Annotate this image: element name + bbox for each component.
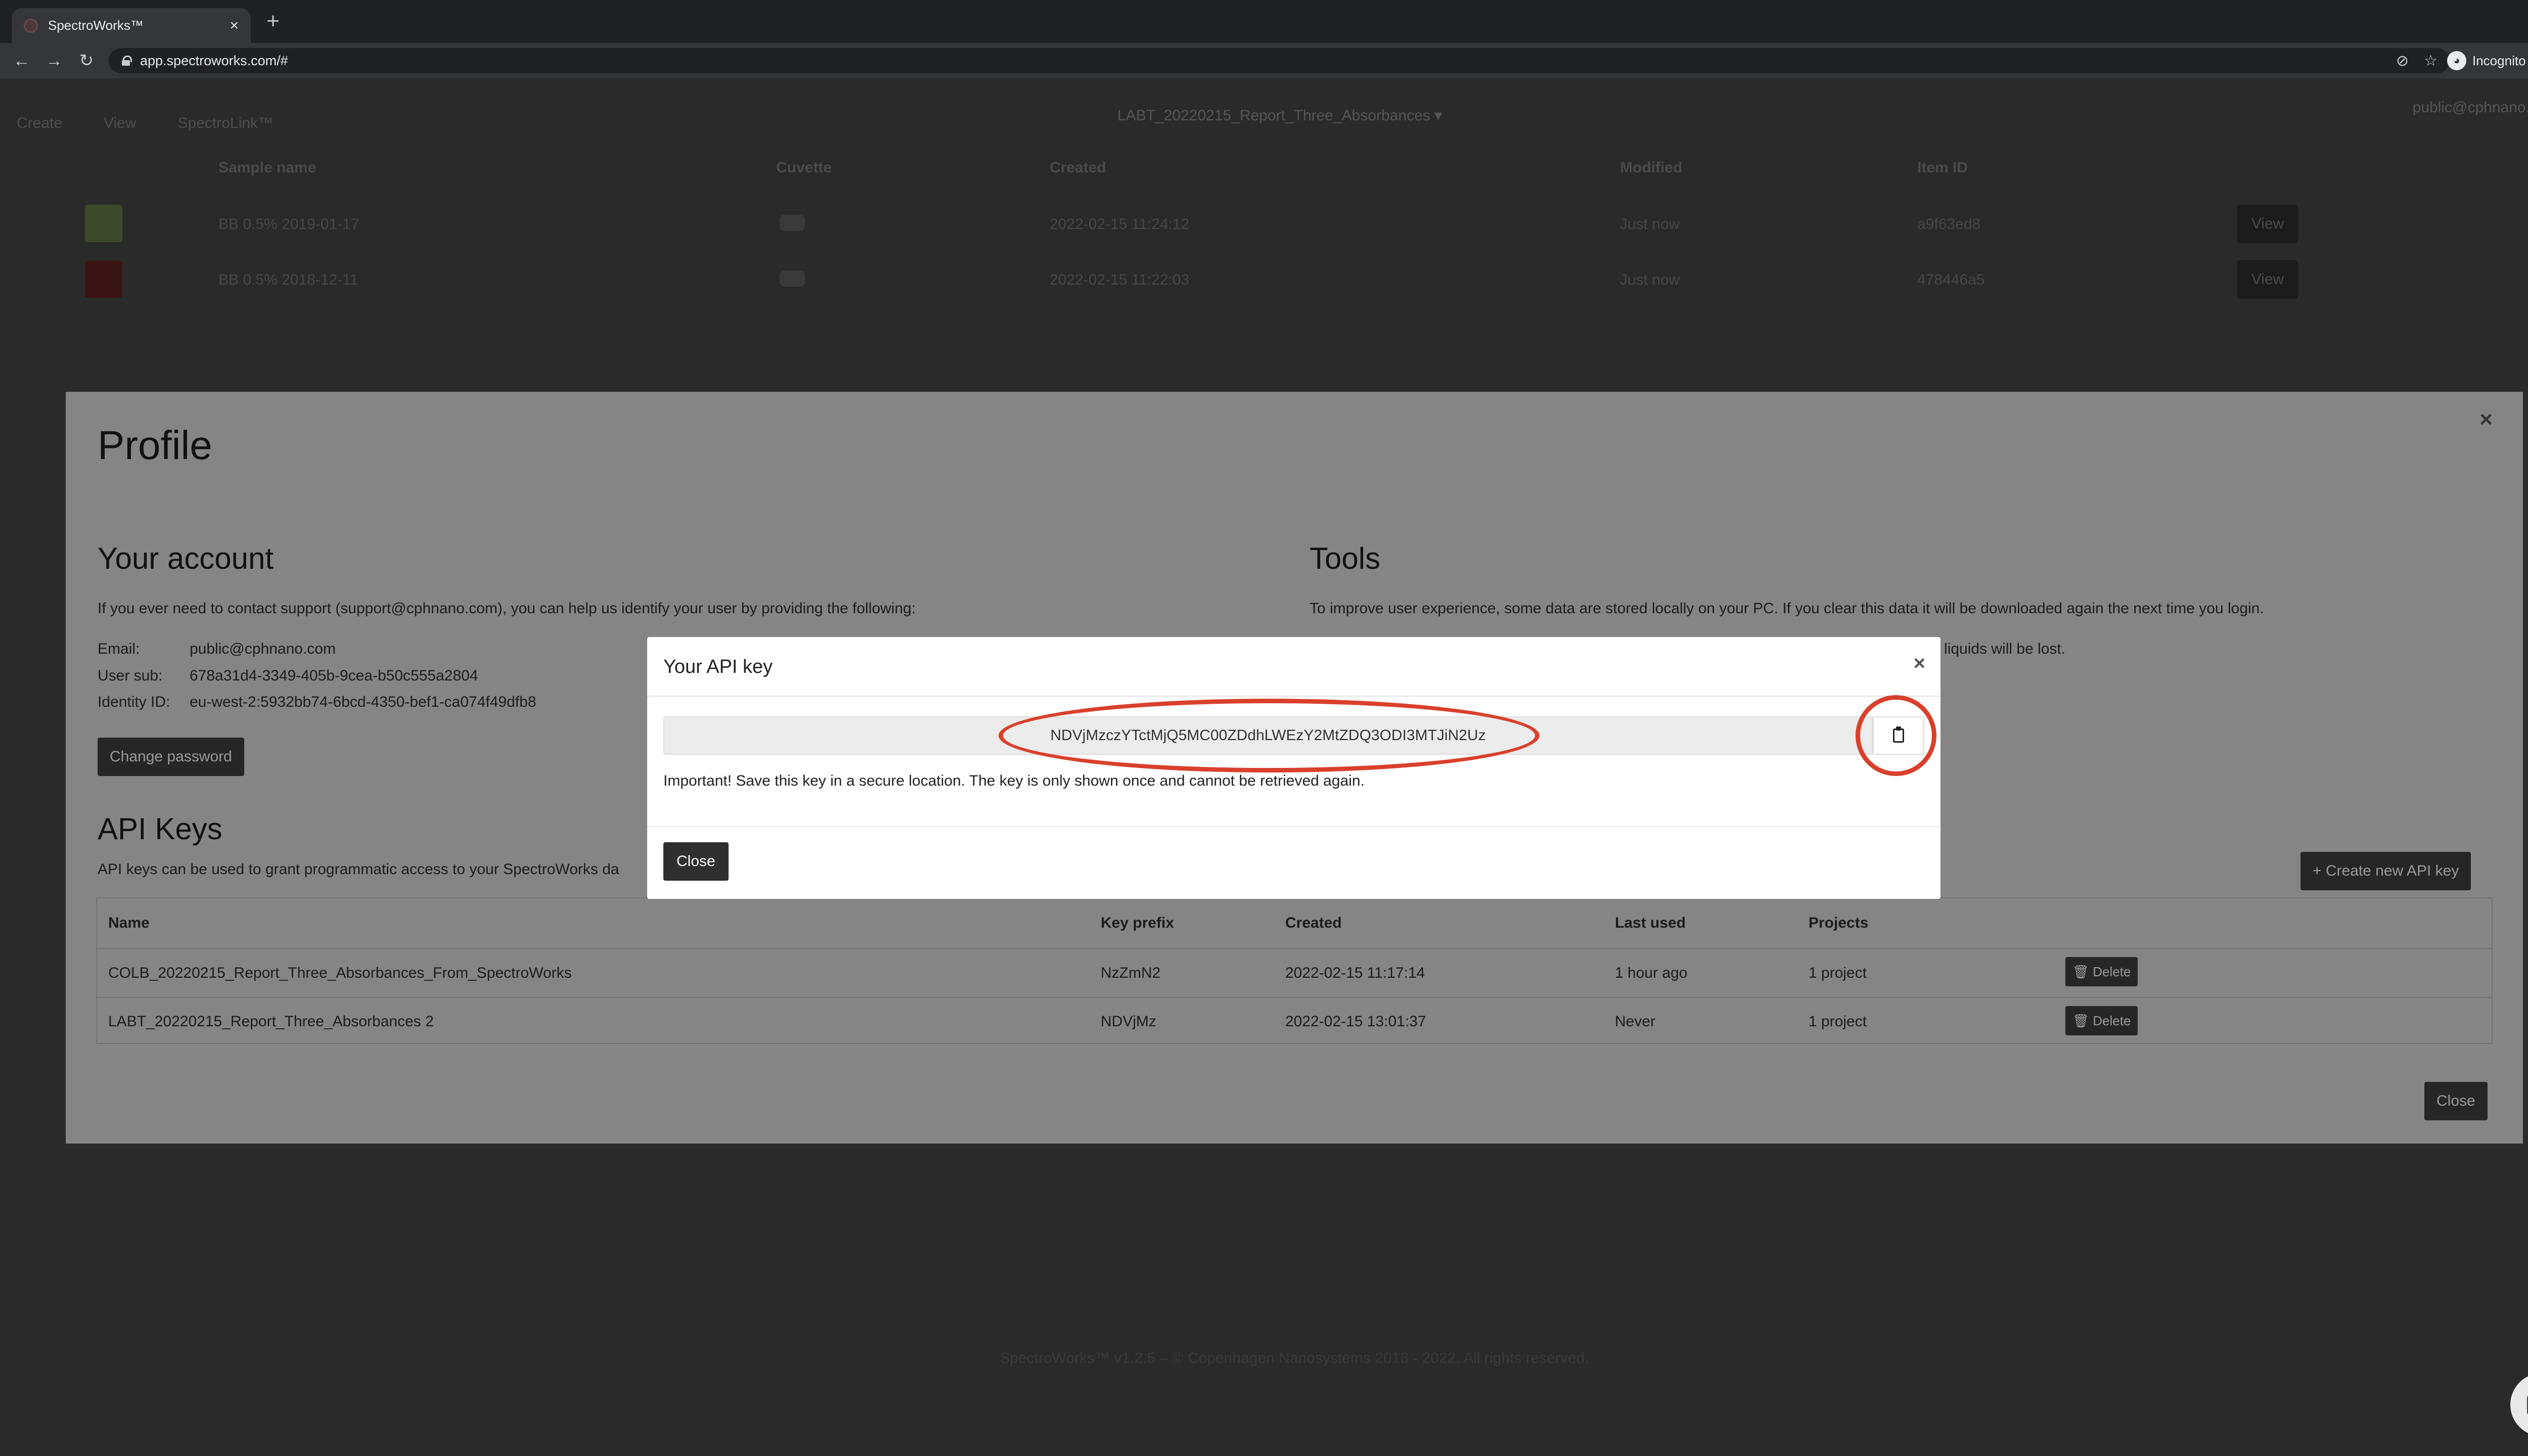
browser-toolbar: ← → ↻ app.spectroworks.com/# ⊘ ☆ ◕ Incog… xyxy=(0,43,2528,78)
col-last-used: Last used xyxy=(1615,915,1686,931)
key-name: LABT_20220215_Report_Three_Absorbances 2 xyxy=(108,1013,434,1030)
your-account-heading: Your account xyxy=(98,541,274,575)
key-projects: 1 project xyxy=(1809,964,1867,981)
key-prefix: NDVjMz xyxy=(1101,1013,1156,1030)
view-button[interactable]: View xyxy=(2237,260,2298,299)
sample-name: BB 0.5% 2019-01-17 xyxy=(218,216,359,233)
create-api-key-button[interactable]: + Create new API key xyxy=(2300,852,2471,890)
tab-title: SpectroWorks™ xyxy=(48,18,144,33)
highlight-ellipse xyxy=(999,699,1540,772)
incognito-label: Incognito xyxy=(2472,53,2526,68)
key-last-used: 1 hour ago xyxy=(1615,964,1688,981)
key-created: 2022-02-15 11:17:14 xyxy=(1285,964,1425,981)
back-icon[interactable]: ← xyxy=(10,49,33,72)
key-prefix: NzZmN2 xyxy=(1101,964,1161,981)
col-item-id: Item ID xyxy=(1917,159,1968,176)
sample-created: 2022-02-15 11:22:03 xyxy=(1050,271,1190,288)
forward-icon[interactable]: → xyxy=(42,49,66,72)
menu-spectrolink[interactable]: SpectroLink™ xyxy=(178,115,273,132)
close-icon[interactable]: × xyxy=(1914,652,1925,675)
new-tab-icon[interactable]: + xyxy=(262,10,284,32)
sample-thumbnail xyxy=(85,205,122,242)
identity-value: eu-west-2:5932bb74-6bcd-4350-bef1-ca074f… xyxy=(190,694,536,710)
eye-off-icon[interactable]: ⊘ xyxy=(2396,52,2409,70)
dialog-header: Your API key × xyxy=(647,637,1940,697)
delete-button[interactable]: 🗑 Delete xyxy=(2065,957,2138,986)
key-last-used: Never xyxy=(1615,1013,1656,1030)
api-keys-heading: API Keys xyxy=(98,812,222,846)
highlight-circle xyxy=(1856,695,1936,776)
delete-label: Delete xyxy=(2093,1013,2131,1028)
close-icon[interactable]: × xyxy=(2479,407,2493,432)
tools-heading: Tools xyxy=(1310,541,1381,575)
project-selector[interactable]: LABT_20220215_Report_Three_Absorbances ▾ xyxy=(1117,107,1442,124)
profile-close-button[interactable]: Close xyxy=(2424,1082,2488,1120)
user-menu[interactable]: public@cphnano.com ▾ xyxy=(2413,99,2528,116)
reload-icon[interactable]: ↻ xyxy=(75,49,98,72)
col-created: Created xyxy=(1050,159,1106,176)
sample-modified: Just now xyxy=(1620,216,1680,233)
tools-text: To improve user experience, some data ar… xyxy=(1310,600,2264,617)
sample-thumbnail xyxy=(85,260,122,298)
tools-text-2: liquids will be lost. xyxy=(1944,641,2066,657)
sample-name: BB 0.5% 2018-12-11 xyxy=(218,271,358,288)
dialog-footer: Close xyxy=(647,826,1940,899)
sample-item-id: 478446a5 xyxy=(1917,271,1985,288)
api-keys-intro: API keys can be used to grant programmat… xyxy=(98,861,619,878)
menu-view[interactable]: View xyxy=(104,115,136,132)
browser-tabstrip: SpectroWorks™ × + ⌄ xyxy=(0,0,2528,43)
dialog-close-button[interactable]: Close xyxy=(663,842,729,881)
col-key-prefix: Key prefix xyxy=(1101,915,1175,931)
table-row: COLB_20220215_Report_Three_Absorbances_F… xyxy=(97,949,2492,998)
delete-label: Delete xyxy=(2093,964,2131,979)
user-sub-label: User sub: xyxy=(98,667,163,684)
user-sub-value: 678a31d4-3349-405b-9cea-b50c555a2804 xyxy=(190,667,478,684)
table-header-row: Name Key prefix Created Last used Projec… xyxy=(97,898,2492,949)
url-text: app.spectroworks.com/# xyxy=(140,53,288,68)
profile-title: Profile xyxy=(98,423,212,468)
app-footer: SpectroWorks™ v1.2.5 – © Copenhagen Nano… xyxy=(1000,1350,1589,1367)
delete-button[interactable]: 🗑 Delete xyxy=(2065,1006,2138,1035)
col-projects: Projects xyxy=(1809,915,1869,931)
col-name: Name xyxy=(108,915,150,931)
table-row: LABT_20220215_Report_Three_Absorbances 2… xyxy=(97,998,2492,1045)
col-created: Created xyxy=(1285,915,1342,931)
identity-label: Identity ID: xyxy=(98,694,170,710)
col-sample-name: Sample name xyxy=(218,159,317,176)
key-projects: 1 project xyxy=(1809,1013,1867,1030)
incognito-indicator[interactable]: ◕ Incognito xyxy=(2447,51,2526,70)
email-label: Email: xyxy=(98,641,140,657)
menu-create[interactable]: Create xyxy=(17,115,62,132)
key-created: 2022-02-15 13:01:37 xyxy=(1285,1013,1426,1030)
sample-item-id: a9f63ed8 xyxy=(1917,216,1981,233)
close-tab-icon[interactable]: × xyxy=(230,18,239,33)
cuvette-badge xyxy=(780,270,805,287)
dialog-title: Your API key xyxy=(663,656,773,677)
api-keys-table: Name Key prefix Created Last used Projec… xyxy=(96,897,2493,1044)
lock-icon xyxy=(122,56,132,66)
browser-tab[interactable]: SpectroWorks™ × xyxy=(12,8,251,43)
col-cuvette: Cuvette xyxy=(776,159,832,176)
key-name: COLB_20220215_Report_Three_Absorbances_F… xyxy=(108,964,572,981)
account-intro: If you ever need to contact support (sup… xyxy=(98,600,916,617)
cuvette-badge xyxy=(780,215,805,231)
incognito-icon: ◕ xyxy=(2447,51,2466,70)
change-password-button[interactable]: Change password xyxy=(98,738,244,776)
address-bar[interactable]: app.spectroworks.com/# ⊘ ☆ xyxy=(109,48,2450,73)
email-value: public@cphnano.com xyxy=(190,641,336,657)
view-button[interactable]: View xyxy=(2237,205,2298,243)
col-modified: Modified xyxy=(1620,159,1683,176)
app-menu: Create View SpectroLink™ xyxy=(17,115,273,132)
sample-modified: Just now xyxy=(1620,271,1680,288)
favicon-icon xyxy=(24,18,38,33)
dialog-note: Important! Save this key in a secure loc… xyxy=(663,772,1365,789)
star-icon[interactable]: ☆ xyxy=(2424,52,2437,70)
sample-created: 2022-02-15 11:24:12 xyxy=(1050,216,1190,233)
